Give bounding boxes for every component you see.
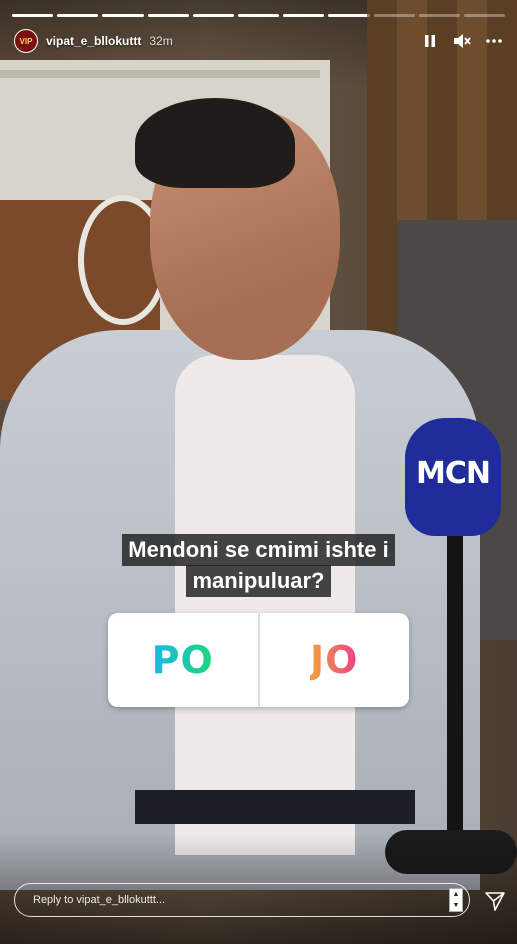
send-button[interactable] [484, 890, 506, 912]
post-time: 32m [149, 34, 173, 48]
story-controls [421, 32, 503, 50]
story-progress-bar [12, 14, 506, 17]
progress-segment [283, 14, 325, 17]
background-stripe [0, 70, 320, 78]
more-icon[interactable] [485, 32, 503, 50]
poll-option-label: PO [151, 638, 214, 682]
person-shirt [175, 355, 355, 855]
username-link[interactable]: vipat_e_bllokuttt [46, 34, 141, 48]
progress-fill [328, 14, 368, 17]
progress-fill [147, 14, 189, 17]
chevron-up-icon[interactable]: ▲ [450, 889, 462, 900]
progress-segment [102, 14, 144, 17]
poll-option-po[interactable]: PO [108, 613, 258, 707]
progress-segment [192, 14, 234, 17]
question-text: manipuluar? [186, 565, 331, 597]
progress-fill [283, 14, 325, 17]
progress-fill [192, 14, 234, 17]
person-belt [135, 790, 415, 824]
reply-input[interactable] [31, 893, 435, 907]
poll-sticker: PO JO [108, 613, 409, 707]
progress-segment [373, 14, 415, 17]
progress-fill [57, 14, 99, 17]
scroll-stepper[interactable]: ▲ ▼ [449, 888, 463, 912]
progress-fill [102, 14, 144, 17]
pause-icon[interactable] [421, 32, 439, 50]
progress-segment [12, 14, 54, 17]
poll-option-jo[interactable]: JO [260, 613, 410, 707]
progress-segment [57, 14, 99, 17]
person-hair [135, 98, 295, 188]
question-line-1: Mendoni se cmimi ishte i [0, 534, 517, 566]
progress-segment [328, 14, 370, 17]
story-header: VIP vipat_e_bllokuttt 32m [14, 28, 503, 54]
reply-bar: ▲ ▼ [14, 883, 470, 917]
chevron-down-icon[interactable]: ▼ [450, 900, 462, 911]
progress-segment [418, 14, 460, 17]
progress-segment [463, 14, 506, 17]
microphone-logo: MCN [416, 456, 491, 491]
question-line-2: manipuluar? [0, 565, 517, 597]
progress-fill [12, 14, 54, 17]
progress-segment [147, 14, 189, 17]
mute-icon[interactable] [453, 32, 471, 50]
send-icon [485, 892, 505, 911]
poll-option-label: JO [310, 638, 359, 682]
story-viewer[interactable]: MCN VIP vipat_e_bllokuttt 32m Mendoni se… [0, 0, 517, 944]
avatar[interactable]: VIP [14, 29, 38, 53]
progress-segment [237, 14, 280, 17]
progress-fill [237, 14, 280, 17]
question-text: Mendoni se cmimi ishte i [122, 534, 395, 566]
